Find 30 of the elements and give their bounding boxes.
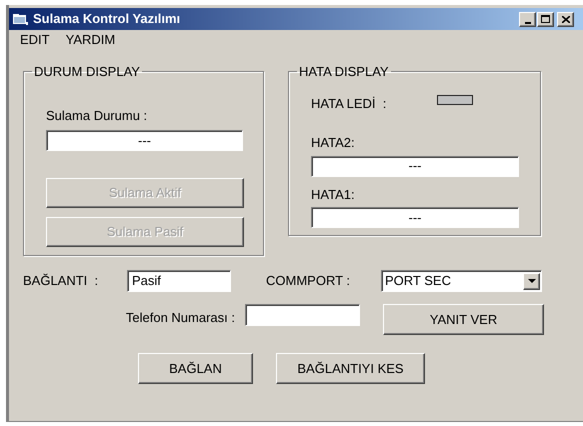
caret-icon: [528, 279, 536, 283]
commport-select[interactable]: PORT SEC: [381, 270, 542, 292]
maximize-button[interactable]: [537, 12, 554, 26]
text-field[interactable]: Pasif: [127, 270, 231, 292]
group-title: HATA DISPLAY: [298, 63, 390, 81]
close-icon: [562, 16, 570, 22]
dropdown-button[interactable]: [523, 272, 540, 290]
error-label: HATA2:: [311, 134, 356, 152]
menu-item[interactable]: YARDIM: [66, 30, 116, 50]
window-icon: [13, 12, 29, 26]
minimize-icon: [524, 22, 530, 24]
status-label: Sulama Durumu :: [46, 106, 148, 124]
group-title: DURUM DISPLAY: [33, 63, 141, 81]
connection-label: BAĞLANTI :: [23, 272, 100, 290]
minimize-button[interactable]: [519, 12, 536, 26]
text-field[interactable]: ---: [311, 156, 519, 176]
commport-label: COMMPORT :: [266, 272, 352, 290]
led-label: HATA LEDİ :: [311, 94, 388, 112]
text-field[interactable]: ---: [46, 130, 243, 151]
phone-label: Telefon Numarası :: [124, 309, 235, 327]
window-title: Sulama Kontrol Yazılımı: [33, 10, 180, 28]
button[interactable]: BAĞLANTIYI KES: [276, 353, 425, 384]
button[interactable]: BAĞLAN: [138, 353, 253, 384]
button[interactable]: YANIT VER: [383, 304, 544, 335]
text-field[interactable]: [245, 304, 360, 326]
close-button[interactable]: [557, 12, 574, 26]
menu-item[interactable]: EDIT: [20, 30, 50, 50]
error-label: HATA1:: [311, 186, 356, 204]
maximize-icon: [541, 15, 550, 23]
text-field[interactable]: ---: [311, 207, 519, 228]
